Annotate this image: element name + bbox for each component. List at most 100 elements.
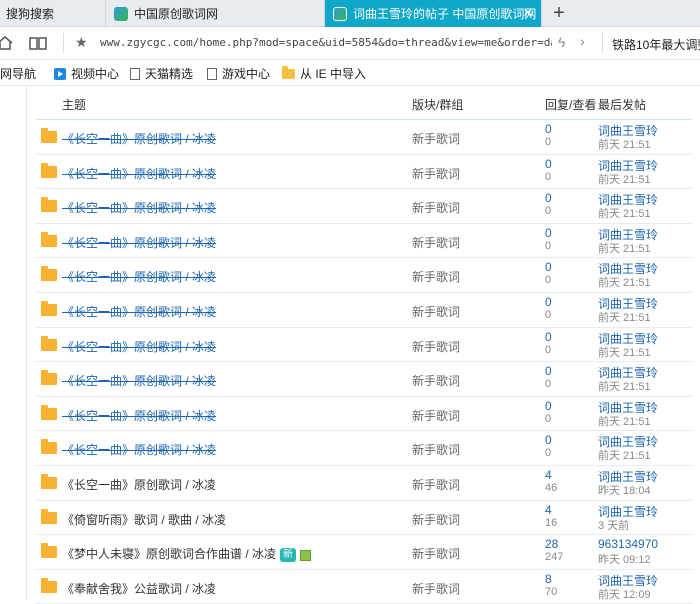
forum-link[interactable]: 新手歌词 [412,476,460,493]
forum-link[interactable]: 新手歌词 [412,130,460,147]
reply-count[interactable]: 0 [545,157,552,171]
last-post-time: 3 天前 [598,519,630,532]
thread-title-link[interactable]: 《长空一曲》原创歌词 / 冰凌 [62,441,216,458]
reply-count[interactable]: 0 [545,191,552,205]
thread-title-link[interactable]: 《倚窗听雨》歌词 / 歌曲 / 冰凌 [62,511,226,528]
forum-link[interactable]: 新手歌词 [412,303,460,320]
table-row: 《长空一曲》原创歌词 / 冰凌 新手歌词 0 0 词曲王雪玲 前天 21:51 [36,155,692,190]
thread-title-link[interactable]: 《长空一曲》原创歌词 / 冰凌 [62,234,216,251]
thread-title-link[interactable]: 《长空一曲》原创歌词 / 冰凌 [62,303,216,320]
last-poster-link[interactable]: 963134970 [598,537,658,551]
reply-count[interactable]: 0 [545,433,552,447]
thread-title-link[interactable]: 《长空一曲》原创歌词 / 冰凌 [62,268,216,285]
bookmark-tmall[interactable]: 天猫精选 [130,65,193,82]
reply-count[interactable]: 0 [545,295,552,309]
reply-count[interactable]: 8 [545,572,552,586]
view-count: 70 [545,585,558,598]
reply-count[interactable]: 0 [545,260,552,274]
tab-lyrics-home[interactable]: 中国原创歌词网 [106,0,325,27]
bookmark-video[interactable]: 视频中心 [54,65,119,82]
header-topic: 主题 [62,98,87,112]
divider [602,33,603,53]
chevron-right-icon[interactable]: › [580,33,585,49]
reply-count[interactable]: 0 [545,364,552,378]
header-forum: 版块/群组 [412,98,464,112]
reader-mode-icon[interactable] [29,35,47,51]
view-count: 0 [545,378,552,391]
table-row: 《倚窗听雨》歌词 / 歌曲 / 冰凌 新手歌词 4 16 词曲王雪玲 3 天前 [36,501,692,536]
home-icon[interactable] [0,35,14,51]
thread-title-link[interactable]: 《长空一曲》原创歌词 / 冰凌 [62,165,216,182]
thread-title: 《长空一曲》原创歌词 / 冰凌 [62,339,217,354]
thread-title: 《长空一曲》原创歌词 / 冰凌 [62,305,217,319]
url-field[interactable]: www.zgycgc.com/home.php?mod=space&uid=58… [100,36,552,49]
forum-link[interactable]: 新手歌词 [412,268,460,285]
header-replies: 回复/查看 [545,98,597,112]
last-post-time: 前天 21:51 [598,450,651,463]
last-post-time: 前天 21:51 [598,208,651,221]
reply-count[interactable]: 4 [545,503,552,517]
reply-count[interactable]: 28 [545,537,558,551]
table-row: 《长空一曲》原创歌词 / 冰凌 新手歌词 0 0 词曲王雪玲 前天 21:51 [36,293,692,328]
bookmark-label: 视频中心 [71,67,120,81]
thread-title-link[interactable]: 《奉献舍我》公益歌词 / 冰凌 [62,580,216,597]
thread-title-link[interactable]: 《长空一曲》原创歌词 / 冰凌 [62,199,216,216]
forum-link[interactable]: 新手歌词 [412,407,460,424]
thread-title: 《长空一曲》原创歌词 / 冰凌 [62,166,217,181]
thread-title: 《长空一曲》原创歌词 / 冰凌 [62,132,217,146]
thread-title: 《长空一曲》原创歌词 / 冰凌 [62,374,217,389]
page-icon [207,67,217,80]
reply-count[interactable]: 0 [545,330,552,344]
bookmark-nav[interactable]: 上网导航 [0,65,36,82]
thread-title-link[interactable]: 《长空一曲》原创歌词 / 冰凌 [62,372,216,389]
last-post-time: 前天 21:51 [598,139,651,151]
bookmark-import-ie[interactable]: 从 IE 中导入 [282,65,366,82]
news-headline[interactable]: 铁路10年最大调整 [612,36,700,53]
table-row: 《奉献舍我》公益歌词 / 冰凌 新手歌词 8 70 词曲王雪玲 前天 12:09 [36,570,692,604]
thread-title: 《长空一曲》原创歌词 / 冰凌 [62,201,217,216]
bookmark-star-icon[interactable]: ★ [75,34,88,51]
reply-count[interactable]: 0 [545,122,552,136]
table-row: 《梦中人未寝》原创歌词合作曲谱 / 冰凌新 新手歌词 28 247 963134970 昨… [36,535,692,570]
forum-link[interactable]: 新手歌词 [412,338,460,355]
bookmark-games[interactable]: 游戏中心 [207,65,270,82]
close-tab-icon[interactable]: ✕ [521,6,535,20]
speed-mode-icon[interactable]: ϟ [558,34,565,50]
view-count: 0 [545,274,552,287]
thread-title-link[interactable]: 《长空一曲》原创歌词 / 冰凌 [62,338,216,355]
forum-link[interactable]: 新手歌词 [412,545,460,562]
folder-icon [41,404,57,420]
forum-link[interactable]: 新手歌词 [412,372,460,389]
thread-title: 《长空一曲》原创歌词 / 冰凌 [62,443,217,458]
folder-icon [41,301,57,316]
thread-title-link[interactable]: 《长空一曲》原创歌词 / 冰凌 [62,130,216,147]
tab-active-user-threads[interactable]: 词曲王雪玲的帖子 中国原创歌词网 ✕ [325,0,542,27]
table-row: 《长空一曲》原创歌词 / 冰凌 新手歌词 4 46 词曲王雪玲 昨天 18:04 [36,466,692,501]
last-post-time: 前天 12:09 [598,588,651,601]
thread-title-link[interactable]: 《梦中人未寝》原创歌词合作曲谱 / 冰凌新 [62,545,312,563]
reply-count[interactable]: 0 [545,399,552,413]
reply-count[interactable]: 4 [545,468,552,482]
table-row: 《长空一曲》原创歌词 / 冰凌 新手歌词 0 0 词曲王雪玲 前天 21:51 [36,224,692,259]
last-post-time: 前天 21:51 [598,381,651,394]
forum-link[interactable]: 新手歌词 [412,199,460,216]
forum-link[interactable]: 新手歌词 [412,165,460,182]
tab-sogou-search[interactable]: 搜狗搜索 [0,0,106,27]
forum-link[interactable]: 新手歌词 [412,234,460,251]
site-favicon-icon [114,6,128,21]
thread-title-link[interactable]: 《长空一曲》原创歌词 / 冰凌 [62,407,216,424]
bookmark-label: 从 IE 中导入 [300,67,367,81]
last-post-time: 前天 21:51 [598,277,651,290]
image-attachment-icon [300,549,312,561]
reply-count[interactable]: 0 [545,226,552,240]
new-tab-button[interactable]: + [548,2,570,24]
forum-link[interactable]: 新手歌词 [412,580,460,597]
view-count: 0 [545,170,552,183]
view-count: 46 [545,482,558,494]
forum-link[interactable]: 新手歌词 [412,511,460,528]
last-post-time: 昨天 18:04 [598,485,651,497]
thread-title-link[interactable]: 《长空一曲》原创歌词 / 冰凌 [62,476,216,493]
view-count: 0 [545,309,552,321]
tab-bar: 搜狗搜索 中国原创歌词网 词曲王雪玲的帖子 中国原创歌词网 ✕ + [0,0,700,27]
forum-link[interactable]: 新手歌词 [412,441,460,458]
